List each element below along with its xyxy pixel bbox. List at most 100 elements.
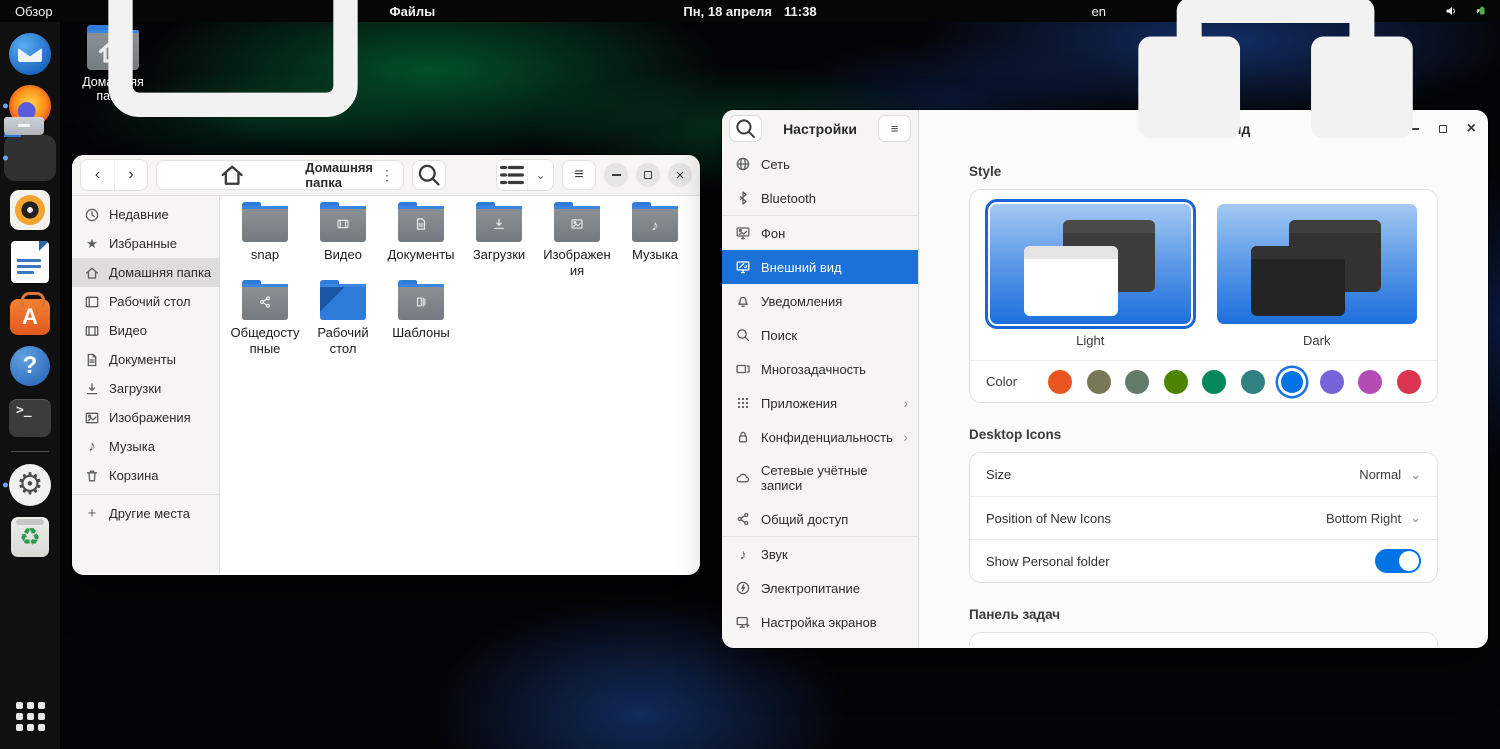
style-option-light[interactable]: Light (985, 199, 1196, 360)
settings-item-sharing[interactable]: Общий доступ (722, 502, 918, 536)
folder-music[interactable]: ♪ Музыка (616, 202, 694, 278)
accent-swatch-blue-selected[interactable] (1281, 370, 1304, 393)
folder-snap[interactable]: snap (226, 202, 304, 278)
accent-swatch-bark[interactable] (1086, 369, 1111, 394)
power-icon (736, 581, 750, 595)
sidebar-item-home[interactable]: Домашняя папка (72, 258, 219, 287)
appearance-content: Style Light Dark Color Desktop Icons Siz… (919, 148, 1488, 648)
files-headerbar[interactable]: ‹ › Домашняя папка ⋮ ⌄ ≡ × (72, 155, 700, 196)
back-button[interactable]: ‹ (81, 160, 114, 190)
sidebar-item-pictures[interactable]: Изображения (72, 403, 219, 432)
folder-downloads[interactable]: Загрузки (460, 202, 538, 278)
size-row[interactable]: Size Normal ⌄ (970, 453, 1437, 496)
document-icon (87, 353, 97, 366)
battery-charging-icon (1475, 6, 1485, 15)
sidebar-item-other-places[interactable]: + Другие места (72, 499, 219, 528)
clock-icon (85, 208, 99, 221)
location-menu-icon[interactable]: ⋮ (380, 167, 394, 184)
dock-item-ubuntu-software[interactable]: A (0, 291, 60, 337)
settings-item-multitasking[interactable]: Многозадачность (722, 352, 918, 386)
settings-item-applications[interactable]: Приложения › (722, 386, 918, 420)
preview-front-window (1024, 246, 1118, 316)
desktop-icons-card: Size Normal ⌄ Position of New Icons Bott… (969, 452, 1438, 583)
sidebar-item-desktop[interactable]: Рабочий стол (72, 287, 219, 316)
show-personal-folder-toggle[interactable] (1375, 549, 1421, 573)
folder-templates[interactable]: Шаблоны (382, 280, 460, 356)
settings-item-bluetooth[interactable]: Bluetooth (722, 181, 918, 215)
dock-item-libreoffice-writer[interactable] (0, 239, 60, 285)
settings-item-appearance[interactable]: Внешний вид (722, 250, 918, 284)
close-button[interactable]: × (668, 163, 692, 187)
activities-button[interactable]: Обзор (15, 4, 53, 19)
lock-icon (738, 431, 748, 443)
sidebar-item-documents[interactable]: Документы (72, 345, 219, 374)
folder-documents[interactable]: Документы (382, 202, 460, 278)
settings-item-background[interactable]: Фон (722, 216, 918, 250)
settings-search-button[interactable] (729, 115, 762, 142)
dock-item-settings[interactable]: ⚙ (0, 462, 60, 508)
sidebar-divider (72, 494, 219, 495)
show-applications-button[interactable] (0, 693, 60, 739)
settings-item-online-accounts[interactable]: Сетевые учётные записи (722, 454, 918, 502)
list-view-toggle[interactable] (497, 160, 527, 190)
accent-swatch-sage[interactable] (1125, 369, 1150, 394)
clock[interactable]: Пн, 18 апреля 11:38 (683, 4, 816, 19)
view-options-dropdown[interactable]: ⌄ (527, 160, 553, 190)
dark-style-preview[interactable] (1216, 204, 1417, 324)
help-icon: ? (10, 346, 50, 386)
settings-sidebar-header[interactable]: Настройки ≡ (722, 110, 918, 147)
path-bar[interactable]: Домашняя папка ⋮ (156, 160, 404, 190)
accent-swatch-red[interactable] (1396, 369, 1421, 394)
forward-button[interactable]: › (114, 160, 147, 190)
software-icon: A (10, 292, 50, 335)
music-note-icon: ♪ (88, 438, 96, 455)
folder-desktop[interactable]: Рабочий стол (304, 280, 382, 356)
current-location: Домашняя папка (305, 160, 373, 190)
dock-item-help[interactable]: ? (0, 343, 60, 389)
chevron-down-icon: ⌄ (1410, 510, 1421, 525)
appearance-icon (736, 261, 750, 274)
minimize-icon (611, 174, 621, 176)
settings-menu-button[interactable]: ≡ (878, 115, 911, 142)
keyboard-layout-indicator[interactable]: en (1092, 4, 1106, 19)
settings-item-notifications[interactable]: Уведомления (722, 284, 918, 318)
settings-item-network[interactable]: Сеть (722, 147, 918, 181)
top-bar: Обзор Файлы Пн, 18 апреля 11:38 en (0, 0, 1500, 139)
accent-swatch-purple[interactable] (1319, 369, 1344, 394)
sidebar-item-trash[interactable]: Корзина (72, 461, 219, 490)
folder-videos[interactable]: Видео (304, 202, 382, 278)
settings-item-search[interactable]: Поиск (722, 318, 918, 352)
search-button[interactable] (412, 160, 446, 190)
minimize-button[interactable] (604, 163, 628, 187)
folder-icon (554, 202, 600, 242)
taskbar-card (969, 632, 1438, 646)
accent-swatch-magenta[interactable] (1358, 369, 1383, 394)
sidebar-item-videos[interactable]: Видео (72, 316, 219, 345)
sidebar-item-starred[interactable]: ★ Избранные (72, 229, 219, 258)
hamburger-menu-button[interactable]: ≡ (562, 160, 596, 190)
bluetooth-icon (739, 191, 747, 205)
sidebar-item-music[interactable]: ♪ Музыка (72, 432, 219, 461)
maximize-button[interactable] (636, 163, 660, 187)
light-style-preview[interactable] (985, 199, 1196, 329)
settings-item-sound[interactable]: ♪ Звук (722, 537, 918, 571)
settings-item-privacy[interactable]: Конфиденциальность › (722, 420, 918, 454)
sidebar-item-downloads[interactable]: Загрузки (72, 374, 219, 403)
folder-pictures[interactable]: Изображения (538, 202, 616, 278)
dock-item-trash[interactable]: ♻ (0, 514, 60, 560)
accent-swatch-orange[interactable] (1048, 369, 1072, 394)
accent-swatch-olive[interactable] (1163, 369, 1188, 394)
dock-item-terminal[interactable]: >_ (0, 395, 60, 441)
accent-swatch-prussian[interactable] (1240, 369, 1265, 394)
sidebar-item-recent[interactable]: Недавние (72, 200, 219, 229)
files-content[interactable]: snap Видео Документы Загрузки Изображени… (220, 196, 700, 574)
system-tray[interactable]: en (1092, 0, 1500, 165)
accent-swatch-viridian[interactable] (1202, 369, 1227, 394)
position-row[interactable]: Position of New Icons Bottom Right ⌄ (970, 496, 1437, 539)
settings-item-power[interactable]: Электропитание (722, 571, 918, 605)
dock-item-rhythmbox[interactable] (0, 187, 60, 233)
focused-app-menu[interactable]: Файлы (83, 0, 435, 161)
settings-item-displays[interactable]: Настройка экранов (722, 605, 918, 639)
folder-public[interactable]: Общедоступные (226, 280, 304, 356)
style-option-dark[interactable]: Dark (1216, 204, 1417, 360)
